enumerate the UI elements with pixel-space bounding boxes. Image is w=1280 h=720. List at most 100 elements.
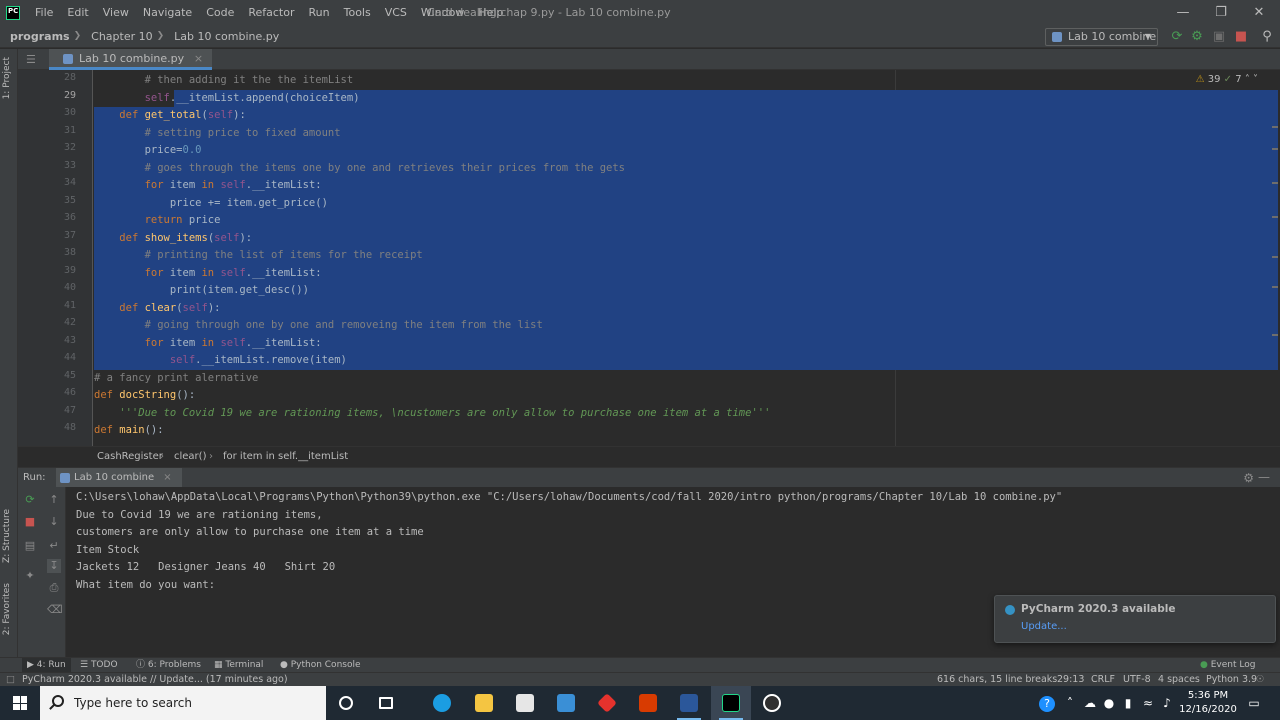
help-icon[interactable]: ?	[1037, 686, 1057, 720]
editor-tab-lab10[interactable]: Lab 10 combine.py ×	[49, 49, 213, 70]
code-line[interactable]: for item in self.__itemList:	[94, 177, 1278, 195]
lock-icon[interactable]: ☉	[1256, 673, 1265, 687]
file-explorer-app[interactable]	[464, 686, 504, 720]
clock[interactable]: 5:36 PM 12/16/2020	[1176, 689, 1240, 717]
update-notification[interactable]: PyCharm 2020.3 available Update...	[994, 595, 1276, 643]
code-line[interactable]: # printing the list of items for the rec…	[94, 247, 1278, 265]
todo-tool-button[interactable]: ☰ TODO	[80, 658, 118, 673]
wifi-icon[interactable]: ≈	[1139, 686, 1157, 720]
volume-icon[interactable]: ♪	[1158, 686, 1176, 720]
store-app[interactable]	[505, 686, 545, 720]
update-link[interactable]: Update...	[1021, 621, 1067, 632]
breadcrumb-method[interactable]: clear()	[174, 451, 206, 462]
chevron-up-icon[interactable]: ˄	[1061, 686, 1079, 720]
status-indent[interactable]: 4 spaces	[1158, 673, 1200, 687]
project-tool-tab[interactable]: 1: Project	[2, 57, 12, 99]
code-line[interactable]: def docString():	[94, 387, 1278, 405]
minimize-icon[interactable]: —	[1164, 0, 1202, 25]
close-window-icon[interactable]: ✕	[1240, 0, 1278, 25]
problems-tool-button[interactable]: ⓘ 6: Problems	[136, 658, 201, 673]
coverage-icon[interactable]: ▣	[1210, 28, 1228, 46]
stop-icon[interactable]: ■	[1232, 28, 1250, 46]
menu-view[interactable]: View	[96, 0, 136, 25]
print-icon[interactable]: ⎙	[47, 581, 61, 595]
error-stripe[interactable]	[1270, 86, 1280, 442]
menu-run[interactable]: Run	[302, 0, 337, 25]
status-caret-position[interactable]: 29:13	[1057, 673, 1084, 687]
menu-file[interactable]: File	[28, 0, 60, 25]
code-line[interactable]: def main():	[94, 422, 1278, 440]
start-button[interactable]	[0, 686, 40, 720]
close-tab-icon[interactable]: ×	[163, 472, 171, 483]
search-icon[interactable]: ⚲	[1258, 28, 1276, 46]
taskbar-search-input[interactable]	[74, 694, 314, 712]
code-line[interactable]: def clear(self):	[94, 299, 1278, 317]
code-line[interactable]: print(item.get_desc())	[94, 282, 1278, 300]
code-line[interactable]: '''Due to Covid 19 we are rationing item…	[94, 405, 1278, 423]
mail-app[interactable]	[546, 686, 586, 720]
status-window-icon[interactable]: □	[6, 673, 15, 687]
code-line[interactable]: # goes through the items one by one and …	[94, 159, 1278, 177]
structure-tool-tab[interactable]: Z: Structure	[2, 509, 12, 563]
scroll-to-end-icon[interactable]: ↧	[47, 559, 61, 573]
minimize-panel-icon[interactable]: —	[1258, 470, 1270, 484]
menu-vcs[interactable]: VCS	[378, 0, 414, 25]
soft-wrap-icon[interactable]: ↵	[47, 539, 61, 553]
task-view-button[interactable]	[366, 686, 406, 720]
chevron-up-icon[interactable]: ˄	[1245, 74, 1250, 85]
office-app[interactable]	[628, 686, 668, 720]
code-line[interactable]: for item in self.__itemList:	[94, 334, 1278, 352]
debug-icon[interactable]: ⚙	[1188, 28, 1206, 46]
status-line-separator[interactable]: CRLF	[1091, 673, 1115, 687]
layout-icon[interactable]: ▤	[23, 539, 37, 553]
run-tool-button[interactable]: ▶ 4: Run	[22, 658, 71, 673]
breadcrumb-loop[interactable]: for item in self.__itemList	[223, 451, 348, 462]
obs-app[interactable]	[752, 686, 792, 720]
code-line[interactable]: # then adding it the the itemList	[94, 72, 1278, 90]
terminal-tool-button[interactable]: ▦ Terminal	[214, 658, 263, 673]
nav-crumb-file[interactable]: Lab 10 combine.py	[164, 30, 283, 43]
code-line[interactable]: # going through one by one and removeing…	[94, 317, 1278, 335]
status-interpreter[interactable]: Python 3.9	[1206, 673, 1257, 687]
breadcrumb-class[interactable]: CashRegister	[97, 451, 163, 462]
menu-tools[interactable]: Tools	[337, 0, 378, 25]
maximize-icon[interactable]: ❐	[1202, 0, 1240, 25]
code-line[interactable]: price += item.get_price()	[94, 194, 1278, 212]
status-message[interactable]: PyCharm 2020.3 available // Update... (1…	[22, 673, 288, 687]
stop-icon[interactable]: ■	[23, 515, 37, 529]
cloud-icon[interactable]: ☁	[1081, 686, 1099, 720]
arrow-up-icon[interactable]: ↑	[47, 493, 61, 507]
notifications-icon[interactable]: ▭	[1244, 686, 1264, 720]
run-configuration-select[interactable]: Lab 10 combine ▼	[1045, 28, 1158, 46]
chevron-down-icon[interactable]: ˅	[1253, 74, 1258, 85]
code-line[interactable]: # a fancy print alernative	[94, 370, 1278, 388]
rerun-icon[interactable]: ⟳	[23, 493, 37, 507]
menu-code[interactable]: Code	[199, 0, 241, 25]
code-line[interactable]: def show_items(self):	[94, 229, 1278, 247]
python-console-tool-button[interactable]: ● Python Console	[280, 658, 361, 673]
menu-edit[interactable]: Edit	[60, 0, 95, 25]
favorites-tool-tab[interactable]: 2: Favorites	[2, 583, 12, 635]
tab-options-icon[interactable]: ☰	[26, 53, 36, 66]
edge-app[interactable]	[422, 686, 462, 720]
cortana-button[interactable]	[326, 686, 366, 720]
code-line[interactable]: return price	[94, 212, 1278, 230]
run-tab-lab10[interactable]: Lab 10 combine ×	[56, 468, 182, 488]
gear-icon[interactable]: ⚙	[1243, 471, 1254, 485]
code-line[interactable]: # setting price to fixed amount	[94, 124, 1278, 142]
pycharm-app[interactable]	[711, 686, 751, 720]
rerun-icon[interactable]: ⟳	[1168, 28, 1186, 46]
code-line[interactable]: self.__itemList.append(choiceItem)	[94, 89, 1278, 107]
code-editor[interactable]: 28 29 30 31 32 33 34 35 36 37 38 39 40 4…	[18, 70, 1280, 446]
menu-refactor[interactable]: Refactor	[241, 0, 301, 25]
taskbar-search[interactable]	[40, 686, 326, 720]
close-tab-icon[interactable]: ×	[194, 49, 203, 69]
menu-navigate[interactable]: Navigate	[136, 0, 199, 25]
code-line[interactable]: for item in self.__itemList:	[94, 264, 1278, 282]
trash-icon[interactable]: ⌫	[47, 603, 63, 617]
console-input-prompt[interactable]: What item do you want:	[76, 577, 1270, 595]
microphone-icon[interactable]: ●	[1100, 686, 1118, 720]
pin-icon[interactable]: ✦	[23, 569, 37, 583]
nav-crumb-programs[interactable]: programs	[0, 30, 74, 43]
arrow-down-icon[interactable]: ↓	[47, 515, 61, 529]
